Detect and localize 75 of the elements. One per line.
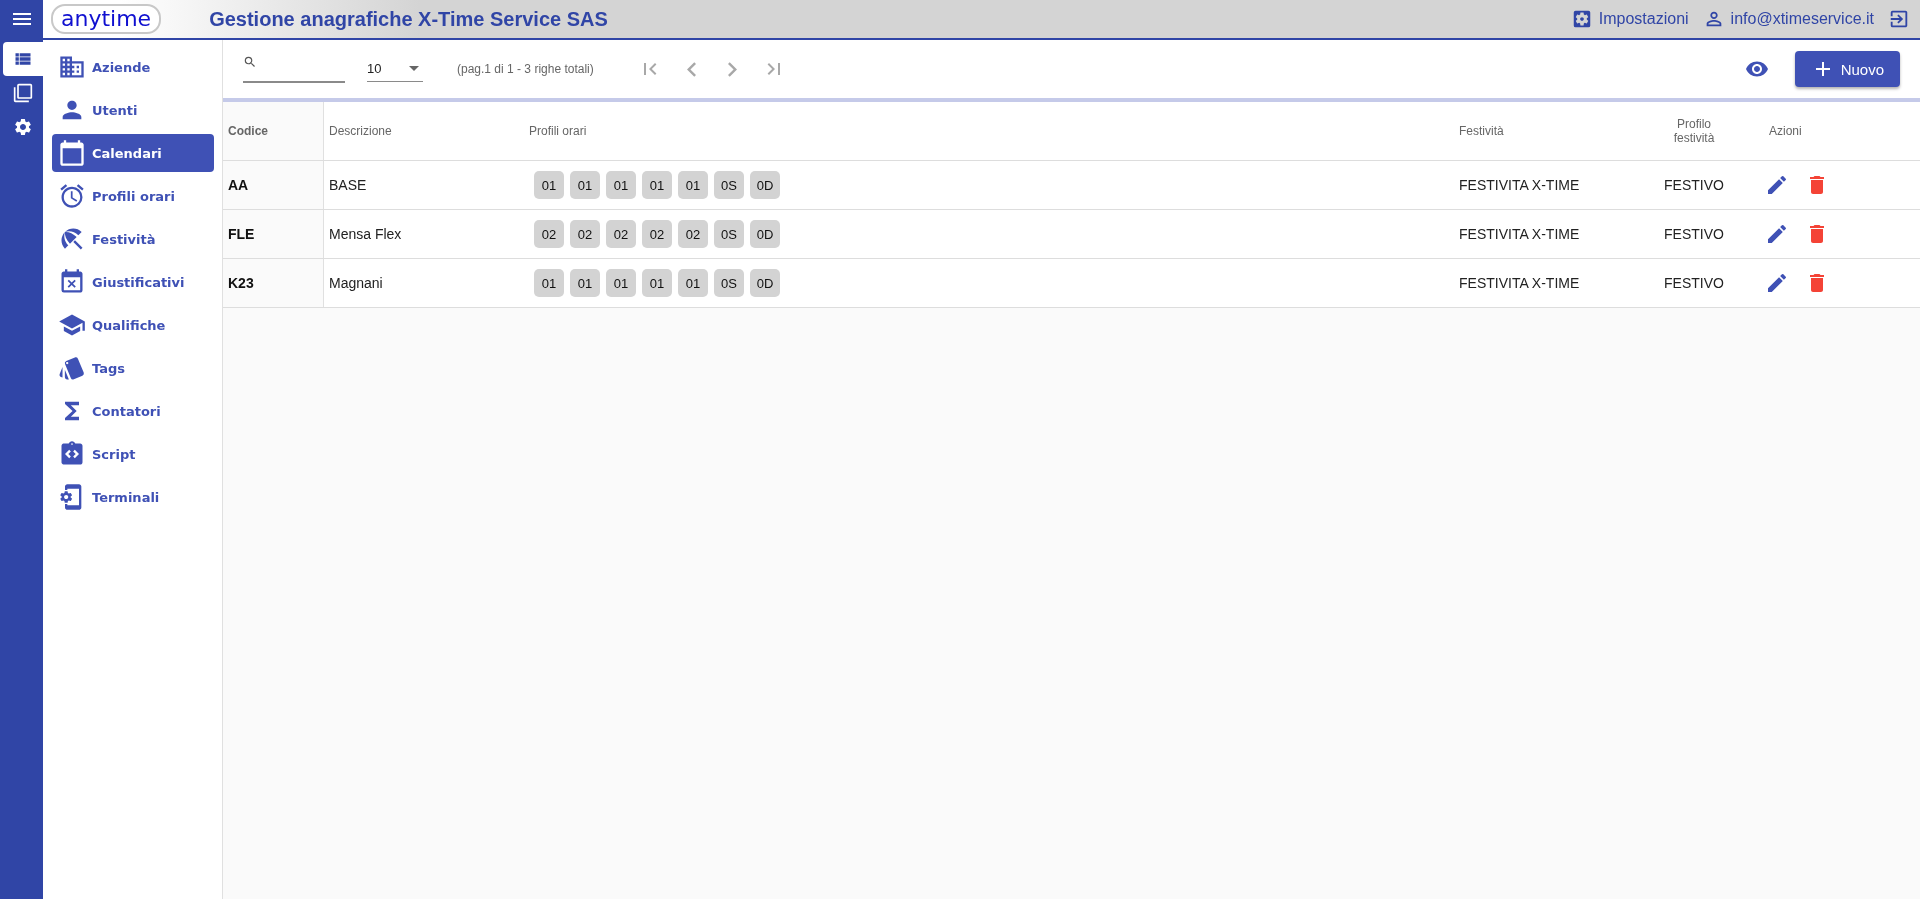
profile-chip: 01 bbox=[570, 269, 600, 297]
holiday-cell: FESTIVITA X-TIME bbox=[1459, 226, 1580, 242]
rail-tab[interactable] bbox=[3, 42, 43, 76]
pencil-icon bbox=[1765, 173, 1789, 197]
settings-icon bbox=[13, 117, 33, 137]
code-cell: K23 bbox=[228, 275, 254, 291]
sidebar-item[interactable]: Tags bbox=[52, 349, 214, 387]
profile-chip: 0D bbox=[750, 220, 780, 248]
edit-button[interactable] bbox=[1765, 173, 1789, 197]
search-icon bbox=[243, 55, 257, 69]
edit-button[interactable] bbox=[1765, 271, 1789, 295]
profile-chip: 0S bbox=[714, 269, 744, 297]
profile-chip: 01 bbox=[606, 171, 636, 199]
column-header: Profilo festività bbox=[1672, 117, 1716, 145]
holiday-profile-cell: FESTIVO bbox=[1664, 226, 1724, 242]
column-header: Profili orari bbox=[529, 124, 587, 138]
column-header: Festività bbox=[1459, 124, 1504, 138]
page-size-select[interactable]: 10 bbox=[367, 56, 423, 82]
profile-chip: 01 bbox=[534, 269, 564, 297]
page-info: (pag.1 di 1 - 3 righe totali) bbox=[457, 62, 594, 76]
edit-button[interactable] bbox=[1765, 222, 1789, 246]
profile-chip: 01 bbox=[642, 171, 672, 199]
new-button[interactable]: Nuovo bbox=[1794, 51, 1900, 87]
description-cell: BASE bbox=[329, 177, 367, 193]
profile-chip: 0S bbox=[714, 220, 744, 248]
profile-chip: 02 bbox=[570, 220, 600, 248]
sidebar-item[interactable]: Script bbox=[52, 435, 214, 473]
sidebar-item[interactable]: Profili orari bbox=[52, 177, 214, 215]
sidebar-item[interactable]: Festività bbox=[52, 220, 214, 258]
profile-chip: 01 bbox=[534, 171, 564, 199]
column-header: Azioni bbox=[1769, 124, 1802, 138]
profile-chip: 02 bbox=[534, 220, 564, 248]
sidebar-item[interactable]: Qualifiche bbox=[52, 306, 214, 344]
alarm-clock-icon bbox=[58, 182, 86, 210]
layers-icon bbox=[13, 83, 33, 103]
profile-chip: 02 bbox=[678, 220, 708, 248]
logo: anytime bbox=[51, 4, 162, 34]
chevron-left-icon bbox=[686, 61, 696, 77]
code-cell: AA bbox=[228, 177, 249, 193]
page-title: Gestione anagrafiche X-Time Service SAS bbox=[209, 7, 608, 31]
sidebar-item[interactable]: Giustificativi bbox=[52, 263, 214, 301]
sidebar-item[interactable]: Utenti bbox=[52, 91, 214, 129]
caret-icon bbox=[409, 66, 419, 71]
description-cell: Mensa Flex bbox=[329, 226, 402, 242]
profile-chip: 01 bbox=[678, 269, 708, 297]
profile-chip: 0D bbox=[750, 171, 780, 199]
user-link[interactable]: info@xtimeservice.it bbox=[1702, 8, 1874, 30]
profile-chip: 02 bbox=[606, 220, 636, 248]
profile-chip: 0S bbox=[714, 171, 744, 199]
holiday-profile-cell: FESTIVO bbox=[1664, 177, 1724, 193]
profile-chip: 01 bbox=[642, 269, 672, 297]
calendar-icon bbox=[58, 139, 86, 167]
sidebar-item[interactable]: Contatori bbox=[52, 392, 214, 430]
holiday-profile-cell: FESTIVO bbox=[1664, 275, 1724, 291]
pencil-icon bbox=[1765, 222, 1789, 246]
tags-icon bbox=[58, 354, 86, 382]
search-field[interactable] bbox=[243, 55, 345, 83]
profile-chip: 01 bbox=[570, 171, 600, 199]
profile-chip: 01 bbox=[678, 171, 708, 199]
column-header: Codice bbox=[228, 124, 268, 138]
sidebar-item[interactable]: Aziende bbox=[52, 48, 214, 86]
profile-chip: 02 bbox=[642, 220, 672, 248]
description-cell: Magnani bbox=[329, 275, 383, 291]
logout-icon[interactable] bbox=[1888, 8, 1910, 30]
chevron-right-icon bbox=[727, 61, 737, 77]
pencil-icon bbox=[1765, 271, 1789, 295]
code-cell: FLE bbox=[228, 226, 255, 242]
holiday-cell: FESTIVITA X-TIME bbox=[1459, 177, 1580, 193]
settings-link[interactable]: Impostazioni bbox=[1570, 8, 1689, 30]
column-header: Descrizione bbox=[329, 124, 392, 138]
profile-chip: 01 bbox=[606, 269, 636, 297]
profile-chip: 0D bbox=[750, 269, 780, 297]
holiday-cell: FESTIVITA X-TIME bbox=[1459, 275, 1580, 291]
sidebar-item[interactable]: Terminali bbox=[52, 478, 214, 516]
sidebar-item[interactable]: Calendari bbox=[52, 134, 214, 172]
